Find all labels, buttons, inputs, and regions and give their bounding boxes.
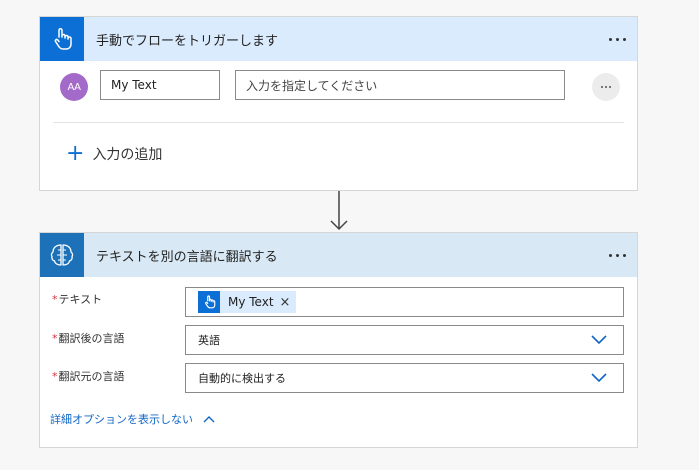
trigger-card: 手動でフローをトリガーします AA My Text 入力を指定してください + … (39, 16, 638, 191)
input-type-avatar: AA (60, 73, 88, 101)
text-input[interactable]: My Text × (185, 287, 624, 317)
translate-card-header[interactable]: テキストを別の言語に翻訳する (40, 233, 637, 277)
arrow-down-icon (330, 191, 348, 231)
source-language-value: 自動的に検出する (198, 372, 286, 385)
hide-advanced-options-link[interactable]: 詳細オプションを表示しない (50, 411, 215, 427)
target-language-label: *翻訳後の言語 (52, 332, 125, 345)
add-input-label: 入力の追加 (92, 147, 163, 163)
input-row-menu-button[interactable] (592, 73, 620, 101)
translate-card: テキストを別の言語に翻訳する *テキスト My Text × *翻訳後の言語 英… (39, 232, 638, 448)
more-options-icon (601, 86, 611, 88)
text-label: *テキスト (52, 293, 103, 306)
chevron-down-icon (591, 335, 607, 345)
close-icon[interactable]: × (280, 295, 291, 310)
divider (53, 122, 624, 123)
input-name-field[interactable]: My Text (100, 70, 220, 100)
trigger-card-header[interactable]: 手動でフローをトリガーします (40, 17, 637, 61)
more-options-icon (608, 37, 626, 41)
trigger-card-menu-button[interactable] (597, 17, 637, 61)
source-language-label: *翻訳元の言語 (52, 370, 125, 383)
trigger-card-title: 手動でフローをトリガーします (96, 33, 279, 49)
token-label: My Text (228, 295, 274, 309)
advanced-options-label: 詳細オプションを表示しない (50, 413, 193, 426)
chevron-down-icon (591, 373, 607, 383)
brain-icon (40, 233, 84, 277)
touch-hand-icon (40, 17, 84, 61)
target-language-value: 英語 (198, 334, 220, 347)
dynamic-content-token[interactable]: My Text × (198, 291, 297, 313)
plus-icon: + (66, 141, 85, 166)
chevron-up-icon (203, 416, 215, 423)
input-placeholder-field[interactable]: 入力を指定してください (235, 70, 565, 100)
translate-card-menu-button[interactable] (597, 233, 637, 277)
add-input-button[interactable]: + 入力の追加 (66, 143, 162, 165)
translate-card-title: テキストを別の言語に翻訳する (96, 249, 278, 265)
touch-hand-icon (198, 291, 220, 313)
more-options-icon (608, 253, 626, 257)
source-language-select[interactable]: 自動的に検出する (185, 363, 624, 393)
target-language-select[interactable]: 英語 (185, 325, 624, 355)
